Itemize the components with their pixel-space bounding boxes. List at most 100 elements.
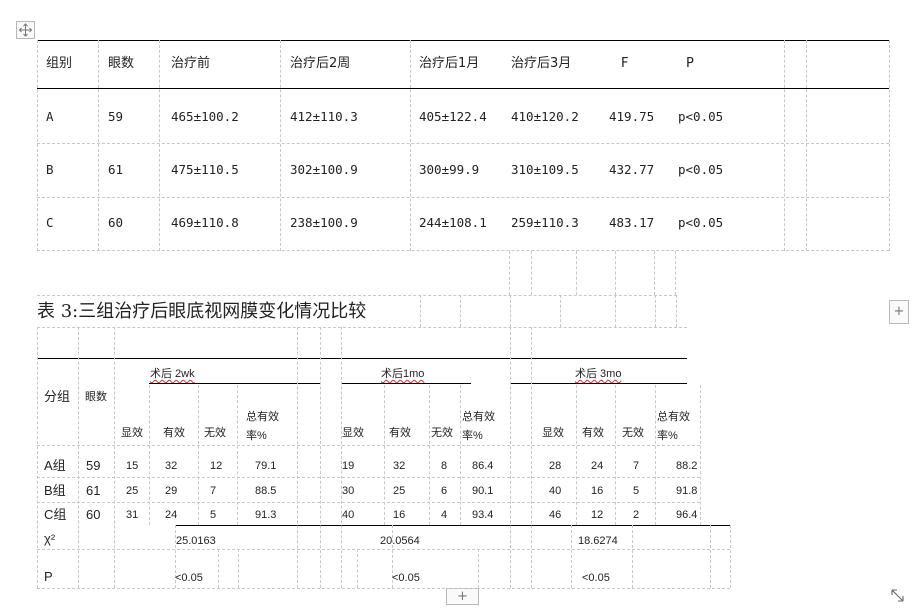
table-cell: 238±100.9: [290, 215, 358, 230]
table-cell: 6: [441, 485, 448, 497]
table-cell: 483.17: [609, 215, 655, 230]
table-cell: 8: [441, 460, 448, 472]
add-column-button[interactable]: +: [889, 300, 909, 324]
row-eyes: 60: [86, 507, 101, 522]
resize-icon: [891, 589, 904, 602]
row-group-label: B组: [44, 483, 66, 498]
table-cell: 19: [342, 460, 355, 472]
table-cell: 29: [165, 485, 178, 497]
sub-header: 无效: [622, 427, 644, 439]
table-cell: 40: [549, 485, 562, 497]
resize-handle[interactable]: [889, 587, 906, 604]
header-group: 分组: [44, 389, 71, 404]
period-header: 术后1mo: [381, 368, 425, 380]
p-value: <0.05: [392, 572, 420, 584]
chi-square-value: 20.0564: [380, 535, 420, 547]
row-eyes: 59: [86, 458, 101, 473]
table-cell: p<0.05: [678, 162, 724, 177]
sub-header: 显效: [342, 427, 364, 439]
table-cell: 5: [210, 509, 217, 521]
sub-header: 显效: [121, 427, 143, 439]
table-cell: 405±122.4: [419, 109, 487, 124]
table-cell: 40: [342, 509, 355, 521]
table-cell: A: [46, 109, 54, 124]
chi-square-label: χ²: [44, 531, 56, 546]
header-group: 组别: [46, 56, 73, 71]
sub-header: 无效: [204, 427, 226, 439]
header-eyes: 眼数: [108, 56, 135, 71]
table-cell: 432.77: [609, 162, 655, 177]
header-2w: 治疗后2周: [290, 56, 351, 71]
table-cell: 91.3: [255, 509, 277, 521]
sub-header: 无效: [431, 427, 453, 439]
header-f: F: [621, 56, 629, 71]
table-cell: 7: [210, 485, 217, 497]
table-cell: 24: [591, 460, 604, 472]
table-cell: 61: [108, 162, 124, 177]
sub-header: 有效: [389, 427, 411, 439]
table-cell: 465±100.2: [171, 109, 239, 124]
chi-square-value: 25.0163: [176, 535, 216, 547]
table-cell: 7: [633, 460, 640, 472]
table-cell: p<0.05: [678, 215, 724, 230]
table-cell: 2: [633, 509, 640, 521]
table-cell: 91.8: [676, 485, 698, 497]
table-cell: 469±110.8: [171, 215, 239, 230]
table-cell: 16: [393, 509, 406, 521]
table-cell: p<0.05: [678, 109, 724, 124]
table-cell: 244±108.1: [419, 215, 487, 230]
table-cell: 28: [549, 460, 562, 472]
table-cell: 32: [165, 460, 178, 472]
add-row-button[interactable]: +: [446, 588, 479, 605]
sub-header: 有效: [582, 427, 604, 439]
header-1m: 治疗后1月: [419, 56, 480, 71]
table-cell: 302±100.9: [290, 162, 358, 177]
table-3-caption: 表 3:三组治疗后眼底视网膜变化情况比较: [37, 301, 367, 322]
table-cell: 88.5: [255, 485, 277, 497]
table-cell: B: [46, 162, 54, 177]
table-cell: 31: [126, 509, 139, 521]
p-value: <0.05: [582, 572, 610, 584]
table-cell: 88.2: [676, 460, 698, 472]
move-icon: [18, 23, 33, 37]
table-cell: 60: [108, 215, 124, 230]
table-cell: 93.4: [472, 509, 494, 521]
table-cell: 86.4: [472, 460, 494, 472]
table-cell: 4: [441, 509, 448, 521]
table-cell: 25: [393, 485, 406, 497]
row-group-label: C组: [44, 507, 67, 522]
period-header: 术后 3mo: [575, 368, 622, 380]
header-before: 治疗前: [171, 56, 211, 71]
table-cell: 412±110.3: [290, 109, 358, 124]
sub-header: 总有效率%: [462, 411, 495, 442]
table-cell: 79.1: [255, 460, 277, 472]
table-cell: 16: [591, 485, 604, 497]
sub-header: 总有效率%: [246, 411, 279, 442]
table-cell: 12: [210, 460, 223, 472]
sub-header: 有效: [163, 427, 185, 439]
chi-square-value: 18.6274: [578, 535, 618, 547]
header-eyes: 眼数: [85, 391, 107, 403]
header-3m: 治疗后3月: [511, 56, 572, 71]
table-cell: 475±110.5: [171, 162, 239, 177]
sub-header: 总有效率%: [657, 411, 690, 442]
table-cell: 419.75: [609, 109, 655, 124]
p-value: <0.05: [175, 572, 203, 584]
table-cell: 30: [342, 485, 355, 497]
table-cell: 59: [108, 109, 124, 124]
row-eyes: 61: [86, 483, 101, 498]
table-cell: 46: [549, 509, 562, 521]
table-cell: 259±110.3: [511, 215, 579, 230]
table-cell: 24: [165, 509, 178, 521]
table-cell: 310±109.5: [511, 162, 579, 177]
table-cell: C: [46, 215, 54, 230]
sub-header: 显效: [542, 427, 564, 439]
table-cell: 300±99.9: [419, 162, 480, 177]
table-cell: 410±120.2: [511, 109, 579, 124]
table-cell: 15: [126, 460, 139, 472]
table-cell: 25: [126, 485, 139, 497]
p-label: P: [44, 569, 53, 584]
table-cell: 96.4: [676, 509, 698, 521]
table-move-handle[interactable]: [16, 21, 35, 39]
table-cell: 90.1: [472, 485, 494, 497]
